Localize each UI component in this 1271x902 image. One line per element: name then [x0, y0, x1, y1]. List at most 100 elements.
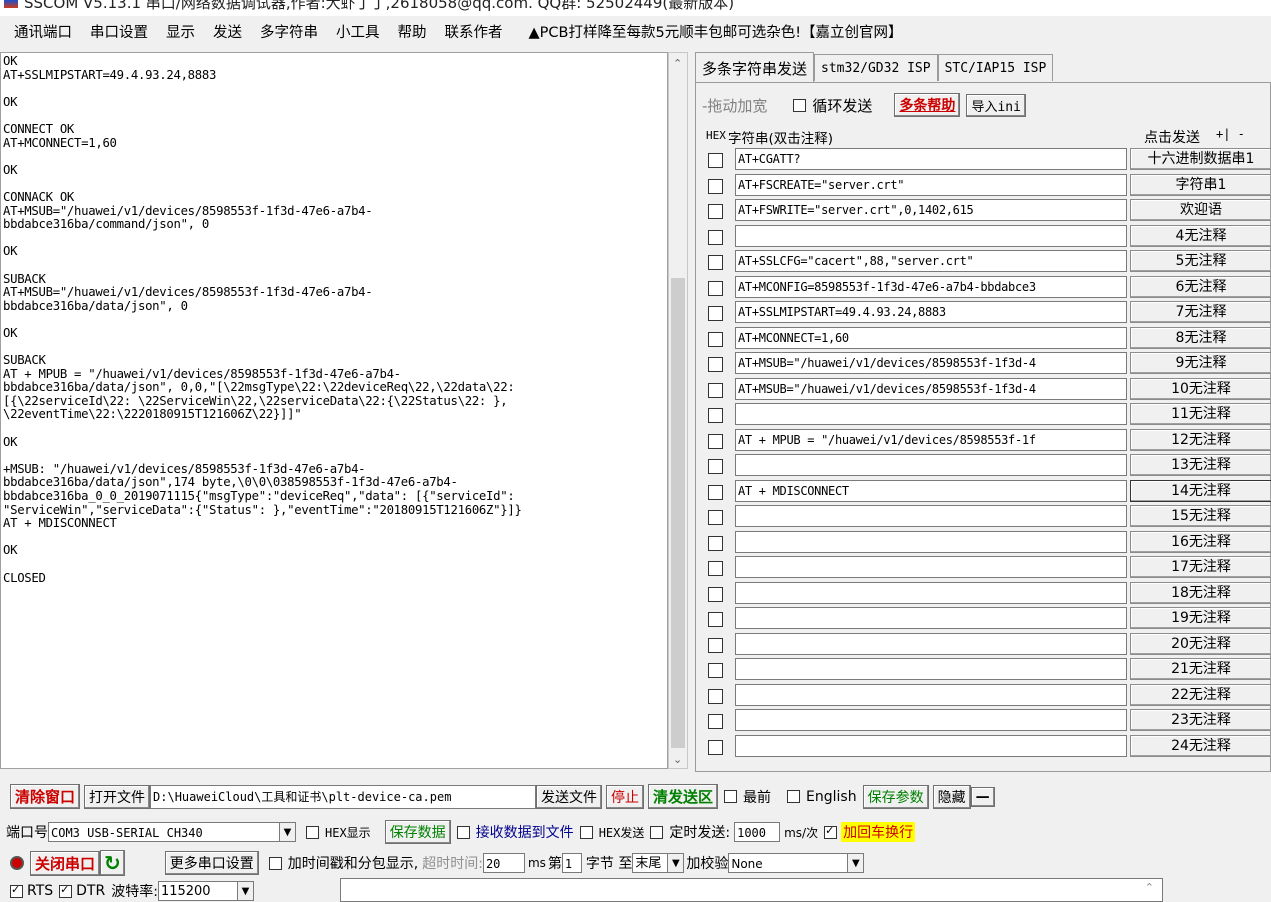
recv-to-file-label[interactable]: 接收数据到文件	[476, 822, 574, 842]
row-hex-checkbox[interactable]	[708, 178, 723, 194]
save-params-button[interactable]: 保存参数	[862, 784, 929, 809]
menu-item-8[interactable]: ▲PCB打样降至每款5元顺丰包邮可选杂色!【嘉立创官网】	[529, 21, 903, 42]
row-send-button[interactable]: 20无注释	[1130, 632, 1271, 655]
byte-index-input[interactable]: 1	[561, 853, 582, 873]
row-hex-checkbox[interactable]	[708, 714, 723, 729]
row-send-button[interactable]: 24无注释	[1130, 734, 1271, 757]
row-hex-checkbox[interactable]	[708, 408, 723, 423]
scroll-up-icon[interactable]: ⌃	[673, 57, 682, 70]
recv-to-file-checkbox[interactable]	[456, 825, 470, 839]
row-command-input[interactable]: AT+MCONFIG=8598553f-1f3d-47e6-a7b4-bbdab…	[735, 275, 1127, 298]
clear-send-button[interactable]: 清发送区	[648, 784, 719, 809]
hex-display-checkbox[interactable]	[306, 825, 319, 839]
row-hex-checkbox[interactable]	[708, 535, 723, 551]
menu-item-2[interactable]: 显示	[166, 21, 195, 42]
scroll-down-icon[interactable]: ⌄	[673, 753, 682, 766]
row-hex-checkbox[interactable]	[708, 739, 723, 755]
file-path-field[interactable]: D:\HuaweiCloud\工具和证书\plt-device-ca.pem	[150, 784, 537, 809]
row-hex-checkbox[interactable]	[708, 153, 723, 168]
row-send-button[interactable]: 4无注释	[1130, 224, 1271, 247]
row-command-input[interactable]	[735, 683, 1127, 706]
menu-item-7[interactable]: 联系作者	[445, 21, 503, 42]
row-send-button[interactable]: 14无注释	[1130, 479, 1271, 502]
row-hex-checkbox[interactable]	[708, 612, 723, 627]
more-settings-button[interactable]: 更多串口设置	[164, 851, 259, 875]
row-send-button[interactable]: 22无注释	[1130, 683, 1271, 706]
chevron-down-icon[interactable]: ▼	[280, 822, 296, 842]
dtr-checkbox[interactable]	[59, 883, 73, 898]
row-hex-checkbox[interactable]	[708, 280, 723, 296]
timeout-input[interactable]: 20	[482, 853, 525, 873]
row-hex-checkbox[interactable]	[708, 561, 723, 576]
row-command-input[interactable]: AT+CGATT?	[735, 148, 1127, 170]
row-send-button[interactable]: 8无注释	[1130, 326, 1271, 349]
row-command-input[interactable]: AT+FSWRITE="server.crt",0,1402,615	[735, 199, 1127, 221]
row-hex-checkbox[interactable]	[708, 510, 723, 525]
chevron-down-icon[interactable]: ▼	[848, 853, 865, 873]
row-hex-checkbox[interactable]	[708, 229, 723, 245]
interval-input[interactable]: 1000	[734, 822, 781, 842]
row-send-button[interactable]: 欢迎语	[1130, 199, 1271, 221]
row-send-button[interactable]: 16无注释	[1130, 530, 1271, 553]
menu-item-6[interactable]: 帮助	[398, 21, 427, 42]
timestamp-checkbox[interactable]	[268, 856, 282, 870]
open-file-button[interactable]: 打开文件	[84, 784, 151, 809]
rts-checkbox[interactable]	[10, 883, 23, 898]
row-send-button[interactable]: 字符串1	[1130, 173, 1271, 196]
port-select[interactable]: COM3 USB-SERIAL CH340 ▼	[48, 822, 296, 842]
clear-window-button[interactable]: 清除窗口	[10, 784, 81, 809]
row-command-input[interactable]	[735, 403, 1127, 425]
row-command-input[interactable]	[735, 658, 1127, 680]
menu-item-0[interactable]: 通讯端口	[14, 21, 72, 42]
scroll-up-icon[interactable]: ⌃	[1145, 881, 1154, 894]
row-hex-checkbox[interactable]	[708, 586, 723, 602]
row-command-input[interactable]: AT+FSCREATE="server.crt"	[735, 173, 1127, 196]
drag-widen-handle[interactable]: -拖动加宽	[702, 95, 767, 116]
tab-stc-isp[interactable]: STC/IAP15 ISP	[937, 54, 1054, 81]
row-send-button[interactable]: 11无注释	[1130, 403, 1271, 425]
row-hex-checkbox[interactable]	[708, 459, 723, 474]
multi-help-button[interactable]: 多条帮助	[894, 93, 961, 117]
row-command-input[interactable]: AT+SSLMIPSTART=49.4.93.24,8883	[735, 301, 1127, 323]
row-send-button[interactable]: 23无注释	[1130, 709, 1271, 731]
row-command-input[interactable]	[735, 581, 1127, 604]
row-send-button[interactable]: 10无注释	[1130, 377, 1271, 400]
row-send-button[interactable]: 17无注释	[1130, 556, 1271, 578]
refresh-icon[interactable]: ↻	[100, 850, 125, 876]
menu-item-4[interactable]: 多字符串	[260, 21, 318, 42]
english-checkbox[interactable]	[787, 790, 801, 803]
checksum-select[interactable]: None ▼	[728, 853, 865, 873]
stop-button[interactable]: 停止	[606, 784, 645, 809]
row-hex-checkbox[interactable]	[708, 663, 723, 678]
scroll-thumb[interactable]	[671, 278, 685, 748]
menu-item-3[interactable]: 发送	[213, 21, 242, 42]
row-send-button[interactable]: 9无注释	[1130, 352, 1271, 374]
row-send-button[interactable]: 7无注释	[1130, 301, 1271, 323]
menu-item-5[interactable]: 小工具	[336, 21, 380, 42]
row-send-button[interactable]: 13无注释	[1130, 454, 1271, 476]
byte-end-select[interactable]: 末尾 ▼	[632, 853, 685, 873]
row-send-button[interactable]: 19无注释	[1130, 607, 1271, 629]
row-hex-checkbox[interactable]	[708, 688, 723, 704]
row-send-button[interactable]: 5无注释	[1130, 250, 1271, 272]
row-send-button[interactable]: 6无注释	[1130, 275, 1271, 298]
tab-multi-string[interactable]: 多条字符串发送	[695, 52, 815, 83]
row-hex-checkbox[interactable]	[708, 484, 723, 500]
receive-scrollbar[interactable]: ⌃ ⌄	[668, 52, 688, 769]
row-command-input[interactable]	[735, 530, 1127, 553]
menu-item-1[interactable]: 串口设置	[90, 21, 148, 42]
close-port-button[interactable]: 关闭串口	[30, 850, 101, 876]
row-command-input[interactable]	[735, 632, 1127, 655]
row-hex-checkbox[interactable]	[708, 255, 723, 270]
save-data-button[interactable]: 保存数据	[384, 820, 451, 844]
send-input-area[interactable]: ⌃	[340, 878, 1163, 902]
row-hex-checkbox[interactable]	[708, 433, 723, 449]
chevron-down-icon[interactable]: ▼	[237, 881, 254, 901]
hex-send-checkbox[interactable]	[579, 825, 593, 839]
row-hex-checkbox[interactable]	[708, 357, 723, 372]
timed-send-checkbox[interactable]	[650, 825, 664, 839]
row-hex-checkbox[interactable]	[708, 306, 723, 321]
row-command-input[interactable]: AT + MPUB = "/huawei/v1/devices/8598553f…	[735, 428, 1127, 451]
row-command-input[interactable]	[735, 505, 1127, 527]
row-send-button[interactable]: 21无注释	[1130, 658, 1271, 680]
